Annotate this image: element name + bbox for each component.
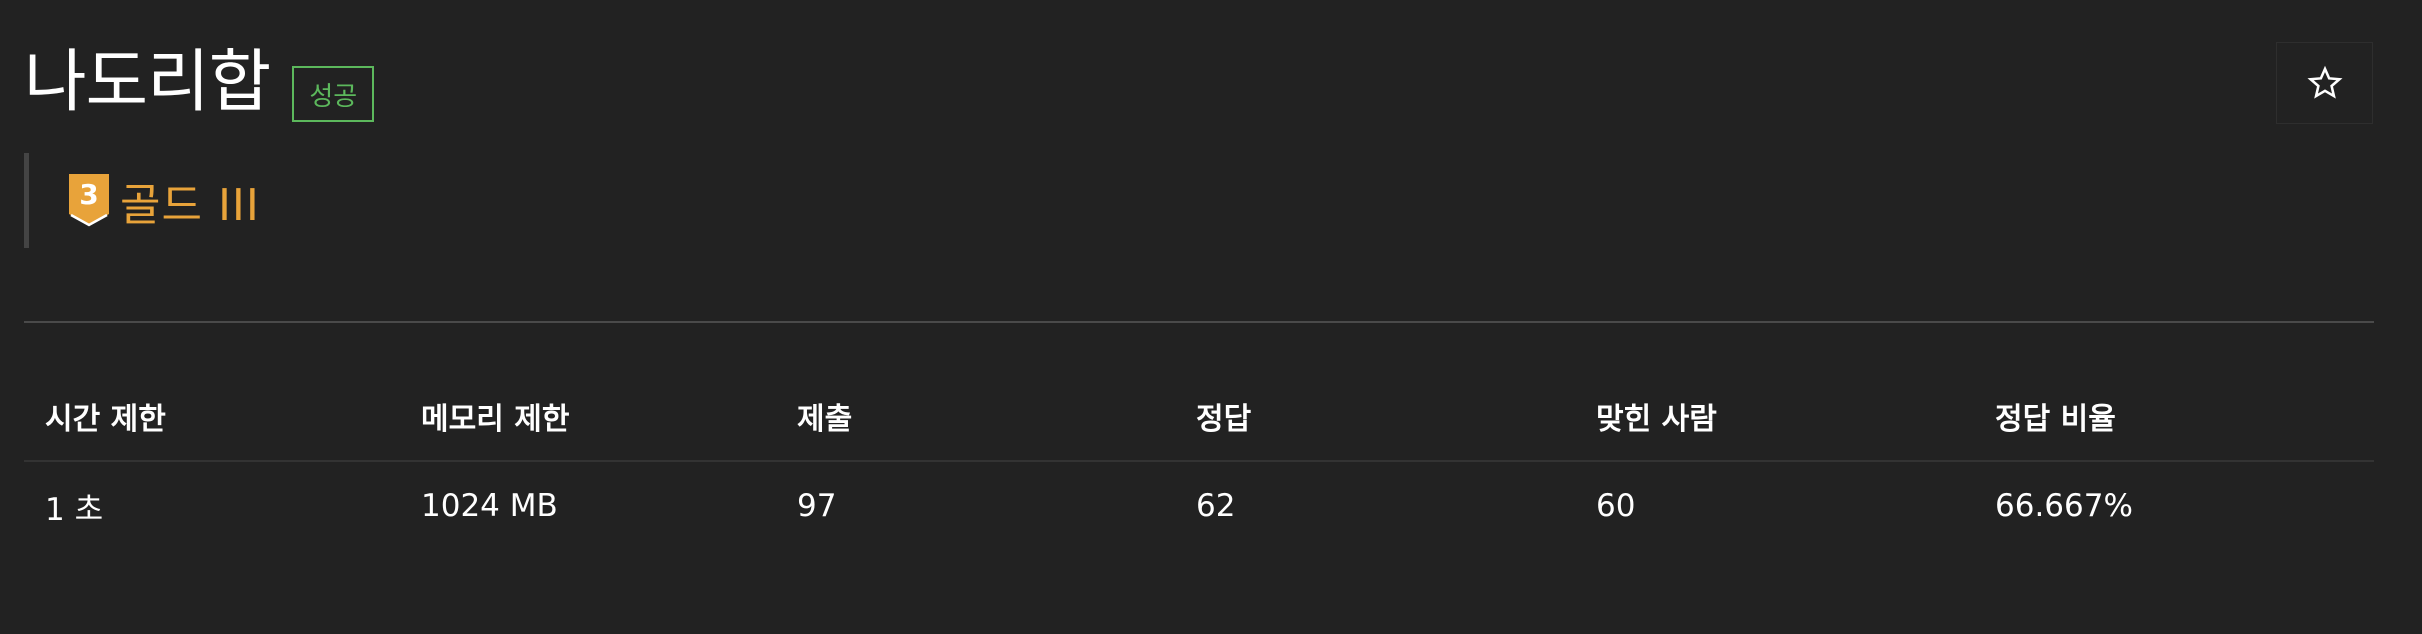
value-solved-users: 60: [1596, 488, 1636, 524]
value-memory-limit: 1024 MB: [421, 488, 558, 524]
header-time-limit: 시간 제한: [45, 402, 166, 437]
problem-stats-table: 시간 제한 메모리 제한 제출 정답 맞힌 사람 정답 비율 1 초 1024 …: [24, 372, 2374, 550]
gold-tier-icon: 3: [69, 173, 109, 226]
tier-block: 3 골드 III: [24, 153, 629, 248]
header-accept-ratio: 정답 비율: [1995, 402, 2116, 437]
header-solved-users: 맞힌 사람: [1596, 402, 1717, 437]
value-accepted: 62: [1196, 488, 1236, 524]
table-header-row: 시간 제한 메모리 제한 제출 정답 맞힌 사람 정답 비율: [24, 372, 2374, 462]
header-memory-limit: 메모리 제한: [421, 402, 570, 437]
status-badge: 성공: [292, 66, 375, 122]
problem-header: 나도리합 성공: [24, 38, 375, 128]
page-title: 나도리합: [24, 43, 271, 122]
divider: [24, 321, 2374, 323]
favorite-button[interactable]: [2276, 42, 2373, 124]
header-accepted: 정답: [1196, 402, 1252, 437]
value-time-limit: 1 초: [45, 491, 104, 528]
header-submissions: 제출: [797, 402, 853, 437]
star-outline-icon: [2306, 65, 2343, 99]
tier-label: 골드 III: [120, 179, 260, 231]
value-submissions: 97: [797, 488, 837, 524]
tier-number: 3: [79, 178, 98, 211]
value-accept-ratio: 66.667%: [1995, 488, 2133, 524]
table-row: 1 초 1024 MB 97 62 60 66.667%: [24, 462, 2374, 550]
